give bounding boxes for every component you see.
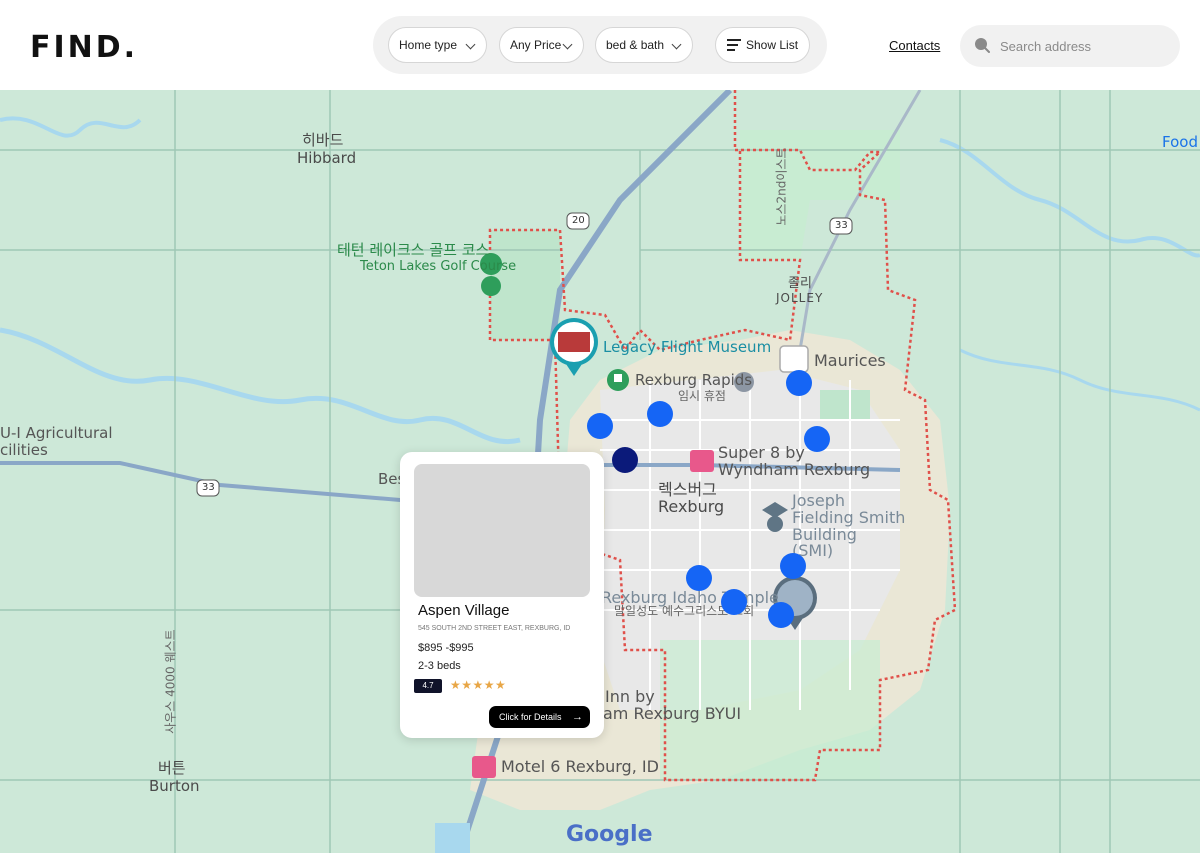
map-label-food: Food bbox=[1162, 133, 1198, 151]
rating-stars-icon: ★★★★★ bbox=[450, 678, 507, 692]
map-label-joseph-2: Fielding Smith bbox=[792, 508, 906, 527]
map-label-south4000: 사우스 4000 웨스트 bbox=[163, 629, 178, 734]
map-label-rexburg-ko: 렉스버그 bbox=[658, 480, 717, 499]
map-label-maurices[interactable]: Maurices bbox=[814, 352, 886, 370]
price-dropdown[interactable]: Any Price bbox=[499, 27, 584, 63]
show-list-label: Show List bbox=[746, 38, 799, 52]
map-label-agri-2: cilities bbox=[0, 441, 48, 459]
filter-bar: Home type Any Price bed & bath Show List bbox=[373, 16, 827, 74]
map-label-joseph-1: Joseph bbox=[792, 491, 845, 510]
route-33-shield: 33 bbox=[202, 482, 215, 493]
property-image-placeholder bbox=[414, 464, 590, 597]
map-label-burton-ko: 버튼 bbox=[158, 759, 186, 777]
chevron-down-icon bbox=[562, 39, 573, 50]
property-marker[interactable] bbox=[647, 401, 673, 427]
map-label-burton: Burton bbox=[149, 777, 200, 795]
map-label-rexburg: Rexburg bbox=[658, 497, 725, 516]
property-price: $895 -$995 bbox=[418, 642, 474, 654]
map-label-motel6[interactable]: Motel 6 Rexburg, ID bbox=[501, 758, 659, 776]
property-marker[interactable] bbox=[804, 426, 830, 452]
top-bar: FIND. Home type Any Price bed & bath Sho… bbox=[0, 0, 1200, 90]
logo[interactable]: FIND. bbox=[30, 30, 138, 66]
search-input[interactable] bbox=[1000, 34, 1170, 58]
route-20-shield: 20 bbox=[572, 215, 585, 226]
contacts-link[interactable]: Contacts bbox=[889, 38, 940, 53]
map-label-super8-2[interactable]: Wyndham Rexburg bbox=[718, 461, 870, 479]
price-label: Any Price bbox=[510, 38, 562, 52]
map-label-jolley: JOLLEY bbox=[776, 291, 824, 305]
map-label-golf: Teton Lakes Golf Course bbox=[360, 259, 517, 274]
chevron-down-icon bbox=[671, 39, 682, 50]
map-label-inn-1: Inn by bbox=[605, 687, 655, 706]
property-marker-selected[interactable] bbox=[612, 447, 638, 473]
map-label-golf-ko: 테턴 레이크스 골프 코스 bbox=[337, 241, 490, 259]
map-label-rapids[interactable]: Rexburg Rapids bbox=[635, 372, 752, 389]
bed-bath-label: bed & bath bbox=[606, 38, 665, 52]
home-type-dropdown[interactable]: Home type bbox=[388, 27, 487, 63]
home-type-label: Home type bbox=[399, 38, 458, 52]
map-label-agri-1: U-I Agricultural bbox=[0, 424, 113, 442]
property-card[interactable]: Aspen Village 545 SOUTH 2ND STREET EAST,… bbox=[400, 452, 604, 738]
map-label-jolley-ko: 졸리 bbox=[788, 276, 812, 291]
property-beds: 2-3 beds bbox=[418, 660, 461, 672]
property-marker[interactable] bbox=[686, 565, 712, 591]
property-marker[interactable] bbox=[780, 553, 806, 579]
property-marker[interactable] bbox=[721, 589, 747, 615]
property-title: Aspen Village bbox=[418, 602, 510, 619]
property-marker[interactable] bbox=[786, 370, 812, 396]
google-logo: Google bbox=[566, 822, 653, 847]
map-label-museum[interactable]: Legacy Flight Museum bbox=[603, 339, 771, 356]
property-marker[interactable] bbox=[768, 602, 794, 628]
map-label-hibbard: Hibbard bbox=[297, 149, 357, 167]
map-label-hibbard-ko: 히바드 bbox=[302, 131, 344, 149]
list-icon bbox=[727, 39, 741, 51]
property-address: 545 SOUTH 2ND STREET EAST, REXBURG, ID bbox=[418, 625, 571, 632]
bed-bath-dropdown[interactable]: bed & bath bbox=[595, 27, 693, 63]
details-button[interactable]: Click for Details → bbox=[489, 706, 590, 728]
map-label-inn-2: am Rexburg BYUI bbox=[603, 704, 742, 723]
arrow-right-icon: → bbox=[572, 711, 583, 723]
details-button-label: Click for Details bbox=[499, 712, 562, 722]
route-33-shield: 33 bbox=[835, 220, 848, 231]
chevron-down-icon bbox=[465, 39, 476, 50]
rating-badge: 4.7 bbox=[414, 679, 442, 693]
search-icon bbox=[975, 38, 990, 53]
show-list-button[interactable]: Show List bbox=[715, 27, 810, 63]
map-label-rapids-ko: 임시 휴점 bbox=[678, 389, 726, 403]
search-bar bbox=[960, 25, 1180, 67]
property-marker[interactable] bbox=[587, 413, 613, 439]
map-label-north2nd: 노스2nd이스트 bbox=[774, 147, 789, 226]
map-label-super8-1[interactable]: Super 8 by bbox=[718, 444, 805, 462]
